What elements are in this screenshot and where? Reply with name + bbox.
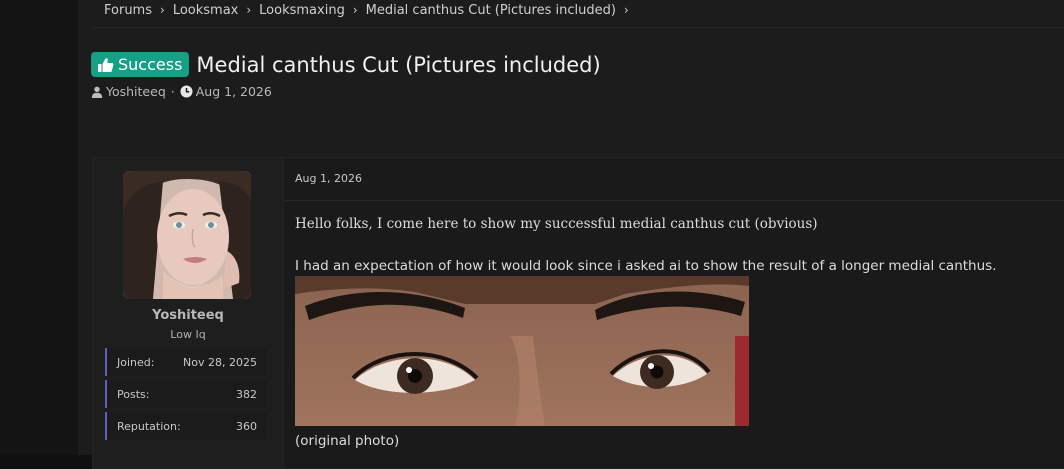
chevron-right-icon: › <box>352 3 358 17</box>
success-prefix-badge[interactable]: Success <box>91 52 190 77</box>
breadcrumb-divider <box>92 27 1064 28</box>
image-caption: (original photo) <box>295 433 400 449</box>
thumbs-up-icon <box>98 57 114 72</box>
page-content: Forums › Looksmax › Looksmaxing › Medial… <box>78 0 1064 469</box>
stat-reputation: Reputation: 360 <box>105 412 267 440</box>
post-header-divider <box>283 200 1064 201</box>
user-icon <box>91 86 103 98</box>
post-paragraph-2: I had an expectation of how it would loo… <box>295 258 997 274</box>
stat-reputation-label: Reputation: <box>117 419 181 433</box>
stat-reputation-value: 360 <box>236 419 257 433</box>
chevron-right-icon: › <box>160 3 165 17</box>
thread-title: Medial canthus Cut (Pictures included) <box>196 52 601 77</box>
post-username[interactable]: Yoshiteeq <box>93 308 283 323</box>
stat-joined-label: Joined: <box>117 355 155 369</box>
left-sidebar <box>0 0 78 455</box>
post: Yoshiteeq Low Iq Joined: Nov 28, 2025 Po… <box>92 157 1064 469</box>
breadcrumb-looksmax[interactable]: Looksmax <box>173 3 239 18</box>
chevron-right-icon: › <box>623 3 629 17</box>
post-date[interactable]: Aug 1, 2026 <box>295 172 362 185</box>
breadcrumb-looksmaxing[interactable]: Looksmaxing <box>259 3 345 18</box>
stat-posts-label: Posts: <box>117 387 150 401</box>
post-image[interactable] <box>295 276 749 426</box>
post-paragraph-1: Hello folks, I come here to show my succ… <box>295 216 818 232</box>
stat-posts-value: 382 <box>236 387 257 401</box>
stat-posts: Posts: 382 <box>105 380 267 408</box>
thread-date[interactable]: Aug 1, 2026 <box>196 84 272 99</box>
chevron-right-icon: › <box>246 3 252 17</box>
breadcrumb-forums[interactable]: Forums <box>104 3 152 18</box>
stat-joined: Joined: Nov 28, 2025 <box>105 348 267 376</box>
post-body: Aug 1, 2026 Hello folks, I come here to … <box>283 158 1064 468</box>
avatar[interactable] <box>123 171 251 299</box>
breadcrumb-thread[interactable]: Medial canthus Cut (Pictures included) <box>366 3 616 18</box>
badge-label: Success <box>118 55 183 74</box>
post-user-panel: Yoshiteeq Low Iq Joined: Nov 28, 2025 Po… <box>93 158 284 468</box>
meta-separator: · <box>170 84 175 99</box>
breadcrumb: Forums › Looksmax › Looksmaxing › Medial… <box>104 0 637 20</box>
thread-author[interactable]: Yoshiteeq <box>106 84 166 99</box>
clock-icon <box>180 85 193 98</box>
thread-meta: Yoshiteeq · Aug 1, 2026 <box>91 84 272 99</box>
user-title: Low Iq <box>170 328 206 341</box>
stat-joined-value: Nov 28, 2025 <box>183 355 257 369</box>
thread-header: Success Medial canthus Cut (Pictures inc… <box>91 52 601 77</box>
